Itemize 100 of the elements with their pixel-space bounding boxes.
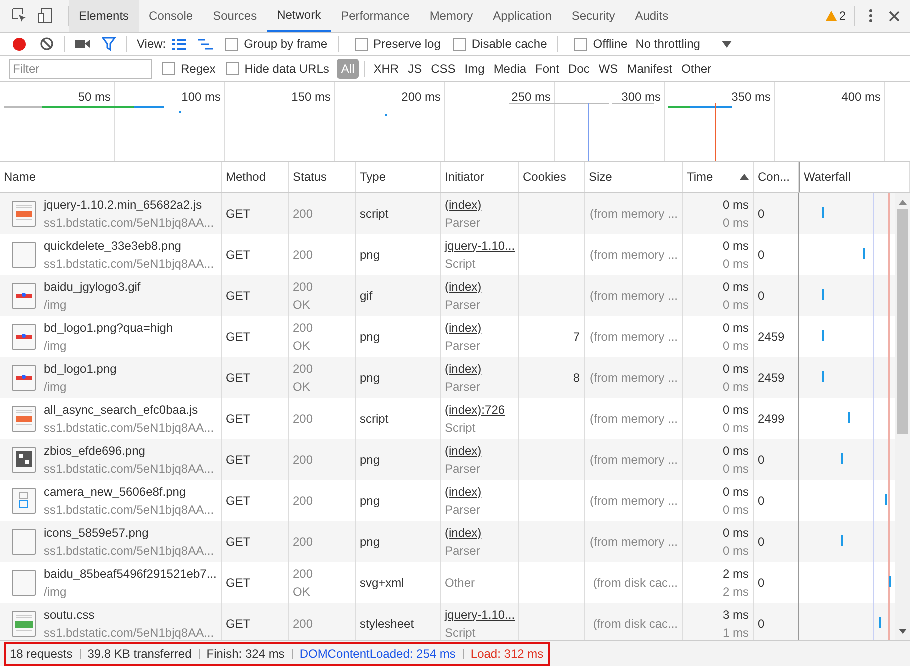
- latency-value: 0 ms: [722, 256, 749, 272]
- column-header[interactable]: Name: [0, 162, 222, 192]
- type-filter-button[interactable]: JS: [404, 58, 426, 78]
- status-text: OK: [293, 584, 312, 600]
- device-icon[interactable]: [38, 8, 54, 24]
- panel-tab[interactable]: Audits: [625, 0, 679, 32]
- waterfall-view-icon[interactable]: [198, 38, 214, 50]
- scroll-down-icon[interactable]: [898, 629, 906, 634]
- warning-count[interactable]: 2: [826, 7, 846, 25]
- more-icon[interactable]: [869, 9, 873, 23]
- type-filter-button[interactable]: Doc: [564, 58, 594, 78]
- initiator-type: Script: [445, 256, 477, 272]
- type-filter-button[interactable]: XHR: [370, 58, 404, 78]
- time-value: 0 ms: [722, 278, 749, 296]
- option-label: Hide data URLs: [244, 60, 330, 78]
- time-tick-label: 300 ms: [622, 89, 661, 106]
- file-icon: [12, 200, 36, 226]
- record-button[interactable]: [13, 38, 26, 50]
- type-filter-button[interactable]: Manifest: [623, 58, 677, 78]
- request-name: camera_new_5606e8f.png: [44, 484, 188, 500]
- checkbox[interactable]: [226, 62, 239, 75]
- checkbox[interactable]: [162, 62, 175, 75]
- panel-tab[interactable]: Security: [562, 0, 626, 32]
- option-label: Offline: [593, 36, 628, 53]
- filter-icon[interactable]: [102, 37, 116, 51]
- checkbox[interactable]: [574, 38, 588, 50]
- type-filter-button[interactable]: Other: [678, 58, 716, 78]
- request-name: baidu_jgylogo3.gif: [44, 278, 141, 296]
- panel-tab[interactable]: Performance: [331, 0, 420, 32]
- throttling-dropdown[interactable]: No throttling: [636, 35, 732, 53]
- inspect-icon[interactable]: [12, 8, 28, 24]
- column-header[interactable]: Method: [222, 162, 289, 192]
- column-header[interactable]: Size: [585, 162, 683, 192]
- request-name: quickdelete_33e3eb8.png: [44, 238, 182, 254]
- time-value: 0 ms: [722, 196, 749, 214]
- summary-text: Load: 312 ms: [470, 646, 544, 662]
- type-filter-button[interactable]: CSS: [427, 58, 460, 78]
- time-value: 0 ms: [722, 524, 749, 542]
- file-icon: [12, 488, 36, 514]
- initiator-type: Script: [445, 624, 477, 640]
- time-tick-label: 350 ms: [732, 89, 771, 106]
- panel-tab[interactable]: Elements: [69, 0, 140, 32]
- checkbox[interactable]: [452, 38, 466, 50]
- initiator-link[interactable]: (index):726: [445, 400, 514, 418]
- file-icon: [12, 324, 36, 350]
- latency-value: 1 ms: [722, 624, 749, 640]
- option-label: Disable cache: [472, 36, 548, 53]
- summary-text: Finish: 324 ms: [206, 646, 285, 662]
- request-path: /img: [44, 378, 68, 396]
- filter-input[interactable]: Filter: [9, 58, 152, 78]
- request-path: ss1.bdstatic.com/5eN1bjq8AA...: [44, 420, 214, 436]
- initiator-link[interactable]: jquery-1.10...: [445, 236, 514, 254]
- request-name: baidu_85beaf5496f291521eb7...: [44, 566, 217, 582]
- type-filter-button[interactable]: Img: [460, 58, 489, 78]
- latency-value: 0 ms: [722, 502, 749, 518]
- type-filter-button[interactable]: WS: [594, 58, 622, 78]
- status-code: 200: [293, 410, 314, 428]
- column-header[interactable]: Time: [683, 162, 754, 192]
- column-header[interactable]: Status: [289, 162, 356, 192]
- panel-tab[interactable]: Application: [483, 0, 562, 32]
- initiator-link[interactable]: (index): [445, 482, 514, 500]
- initiator-link[interactable]: (index): [445, 360, 514, 378]
- file-icon: [12, 528, 36, 554]
- video-camera-icon[interactable]: [75, 39, 90, 49]
- clear-icon[interactable]: [40, 37, 54, 51]
- column-header[interactable]: Initiator: [441, 162, 519, 192]
- request-name: bd_logo1.png: [44, 360, 117, 378]
- type-filter-button[interactable]: Font: [532, 58, 564, 78]
- initiator-link[interactable]: (index): [445, 524, 514, 542]
- panel-tab[interactable]: Memory: [420, 0, 484, 32]
- initiator-text: Other: [445, 574, 476, 592]
- initiator-link[interactable]: (index): [445, 442, 514, 460]
- status-code: 200: [293, 616, 314, 632]
- latency-value: 0 ms: [722, 542, 749, 560]
- request-path: /img: [44, 584, 68, 600]
- initiator-link[interactable]: (index): [445, 196, 514, 214]
- initiator-link[interactable]: jquery-1.10...: [445, 606, 514, 624]
- initiator-link[interactable]: (index): [445, 318, 514, 336]
- initiator-link[interactable]: (index): [445, 278, 514, 296]
- column-header[interactable]: Waterfall: [799, 162, 910, 192]
- time-value: 3 ms: [722, 606, 749, 624]
- cookies-cell-text: 8: [573, 370, 580, 386]
- initiator-type: Parser: [445, 542, 482, 560]
- initiator-type: Parser: [445, 338, 482, 354]
- panel-tab[interactable]: Sources: [203, 0, 268, 32]
- option-label: Group by frame: [244, 36, 328, 53]
- checkbox[interactable]: [354, 38, 368, 50]
- close-icon[interactable]: [889, 10, 900, 22]
- scrollbar[interactable]: [895, 193, 910, 640]
- column-header[interactable]: Con...: [754, 162, 799, 192]
- column-header[interactable]: Cookies: [519, 162, 585, 192]
- scroll-up-icon[interactable]: [898, 200, 906, 205]
- checkbox[interactable]: [225, 38, 238, 50]
- panel-tab[interactable]: Console: [139, 0, 204, 32]
- time-value: 0 ms: [722, 320, 749, 336]
- type-filter-button[interactable]: Media: [490, 58, 530, 78]
- list-view-icon[interactable]: [172, 38, 186, 50]
- column-header[interactable]: Type: [356, 162, 441, 192]
- option-label: Preserve log: [374, 36, 441, 53]
- time-tick-label: 150 ms: [292, 89, 331, 106]
